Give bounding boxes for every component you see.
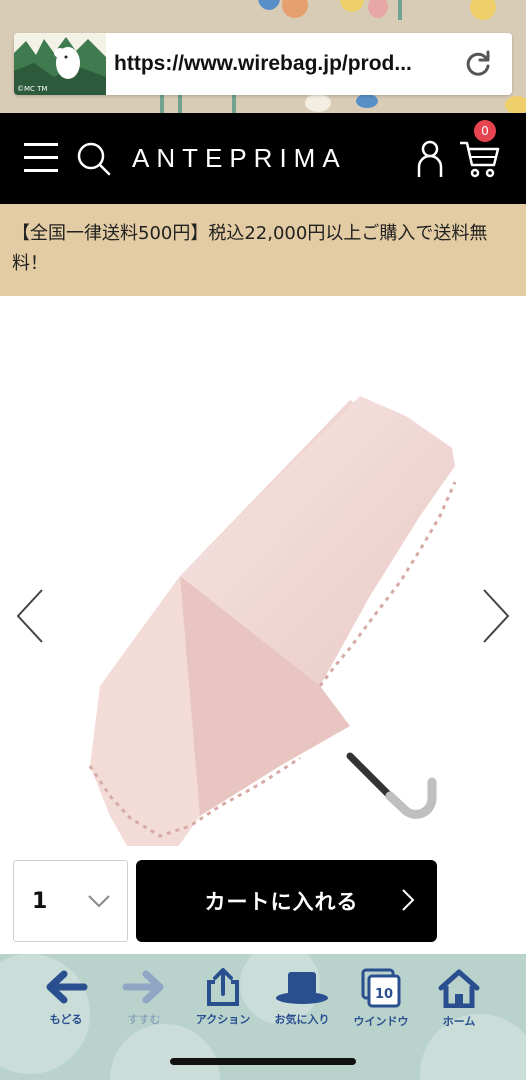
chevron-right-icon xyxy=(402,889,415,911)
account-icon[interactable] xyxy=(416,139,444,183)
decor-circle xyxy=(110,1024,220,1080)
purchase-row: 1 カートに入れる xyxy=(0,851,526,954)
add-to-cart-button[interactable]: カートに入れる xyxy=(136,860,437,942)
reload-icon[interactable] xyxy=(458,44,498,84)
product-gallery xyxy=(0,296,526,851)
tabs-label: ウインドウ xyxy=(353,1015,409,1028)
share-button[interactable]: アクション xyxy=(183,968,263,1027)
decor-stem xyxy=(398,0,402,20)
tabs-button[interactable]: 10 ウインドウ xyxy=(341,968,421,1029)
share-label: アクション xyxy=(195,1013,251,1026)
shipping-notice: 【全国一律送料500円】税込22,000円以上ご購入で送料無料！ xyxy=(0,204,526,296)
back-arrow-icon xyxy=(46,970,88,1004)
cart-icon[interactable] xyxy=(458,139,500,183)
decor-flower xyxy=(258,0,280,10)
bookmarks-label: お気に入り xyxy=(274,1013,330,1026)
address-bar[interactable]: ©MC TM https://www.wirebag.jp/prod... xyxy=(14,33,512,95)
bookmark-hat-icon xyxy=(276,972,328,1004)
site-header: ANTEPRIMA 0 xyxy=(0,113,526,204)
decor-flower xyxy=(470,0,496,20)
forward-button[interactable]: すすむ xyxy=(104,968,184,1027)
next-image-icon[interactable] xyxy=(480,586,512,646)
decor-stem xyxy=(178,95,182,113)
svg-text:©MC TM: ©MC TM xyxy=(17,85,47,93)
forward-label: すすむ xyxy=(127,1013,161,1026)
search-icon[interactable] xyxy=(75,140,113,182)
tabs-icon: 10 xyxy=(361,968,401,1008)
decor-flower xyxy=(282,0,308,18)
home-button[interactable]: ホーム xyxy=(419,968,499,1029)
browser-top-band: ©MC TM https://www.wirebag.jp/prod... xyxy=(0,0,526,113)
decor-flower xyxy=(340,0,364,12)
menu-icon[interactable] xyxy=(24,143,58,173)
prev-image-icon[interactable] xyxy=(14,586,46,646)
brand-logo[interactable]: ANTEPRIMA xyxy=(132,143,347,174)
bookmarks-button[interactable]: お気に入り xyxy=(262,968,342,1027)
quantity-select[interactable]: 1 xyxy=(13,860,128,942)
decor-flower xyxy=(356,94,378,108)
site-favicon: ©MC TM xyxy=(14,33,106,95)
product-image[interactable] xyxy=(60,386,500,846)
cart-count-badge: 0 xyxy=(474,120,496,142)
decor-stem xyxy=(232,95,236,113)
decor-flower xyxy=(305,94,331,112)
add-to-cart-label: カートに入れる xyxy=(204,890,359,914)
decor-flower xyxy=(505,96,526,113)
url-text[interactable]: https://www.wirebag.jp/prod... xyxy=(114,52,458,76)
share-icon xyxy=(207,968,239,1006)
decor-flower xyxy=(368,0,388,18)
home-label: ホーム xyxy=(442,1015,476,1028)
svg-text:10: 10 xyxy=(375,987,393,1002)
quantity-value: 1 xyxy=(32,888,48,914)
decor-stem xyxy=(160,95,164,113)
home-indicator[interactable] xyxy=(170,1058,356,1065)
chevron-down-icon xyxy=(88,895,110,908)
back-label: もどる xyxy=(49,1013,83,1026)
forward-arrow-icon xyxy=(122,970,164,1004)
back-button[interactable]: もどる xyxy=(26,968,106,1027)
home-icon xyxy=(438,969,480,1008)
